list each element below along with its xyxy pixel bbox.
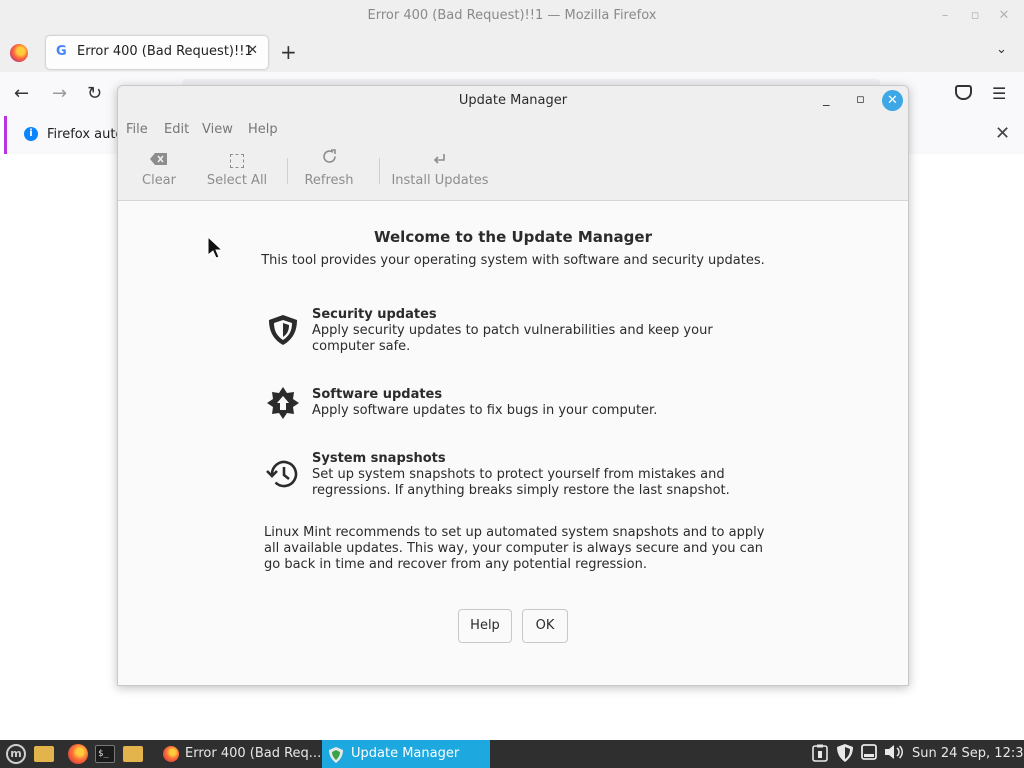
update-manager-window: Update Manager _ ▫ ✕ File Edit View Help… — [117, 85, 909, 686]
menu-help[interactable]: Help — [248, 122, 278, 137]
select-all-icon — [204, 144, 270, 168]
shield-task-icon — [329, 746, 343, 763]
ok-button[interactable]: OK — [522, 609, 568, 643]
toolbar-separator — [287, 158, 288, 184]
tab-title: Error 400 (Bad Request)!!1 — [77, 44, 253, 59]
task-label: Error 400 (Bad Req... — [185, 746, 322, 761]
refresh-label: Refresh — [304, 173, 354, 188]
welcome-subtitle: This tool provides your operating system… — [261, 253, 765, 268]
clear-label: Clear — [142, 173, 176, 188]
files-launcher-icon[interactable] — [123, 746, 143, 762]
network-tray-icon[interactable] — [861, 744, 877, 764]
notification-text: Firefox auto — [47, 127, 124, 142]
firefox-maximize-button[interactable]: ▫ — [963, 0, 987, 32]
task-update-manager[interactable]: Update Manager — [322, 740, 490, 768]
notification-close-icon[interactable]: ✕ — [995, 123, 1010, 144]
firefox-tab[interactable]: G Error 400 (Bad Request)!!1 ✕ — [46, 36, 268, 69]
pocket-icon[interactable] — [955, 85, 972, 100]
update-manager-titlebar[interactable]: Update Manager _ ▫ ✕ — [118, 86, 908, 116]
system-snapshots-title: System snapshots — [312, 451, 446, 466]
tab-list-chevron-icon[interactable]: ⌄ — [996, 42, 1007, 57]
menu-file[interactable]: File — [126, 122, 148, 137]
clipboard-tray-icon[interactable] — [812, 744, 828, 764]
firefox-task-icon — [163, 746, 179, 762]
hamburger-menu-icon[interactable]: ☰ — [992, 84, 1006, 104]
recommendation-text: Linux Mint recommends to set up automate… — [264, 525, 765, 572]
maximize-button[interactable]: ▫ — [856, 92, 865, 107]
taskbar: m $_ Error 400 (Bad Req... Update Manage… — [0, 740, 1024, 768]
close-button[interactable]: ✕ — [882, 90, 903, 111]
mint-menu-icon[interactable]: m — [6, 744, 26, 764]
google-favicon-icon: G — [56, 44, 67, 59]
info-icon: i — [24, 127, 38, 141]
clock[interactable]: Sun 24 Sep, 12:33 — [912, 740, 1024, 768]
refresh-icon — [302, 144, 356, 168]
refresh-button[interactable]: Refresh — [302, 144, 356, 201]
security-updates-title: Security updates — [312, 307, 437, 322]
firefox-minimize-button[interactable]: – — [933, 0, 957, 32]
show-desktop-folder-icon[interactable] — [34, 746, 54, 762]
task-firefox[interactable]: Error 400 (Bad Req... — [154, 740, 322, 768]
menu-bar: File Edit View Help — [118, 116, 908, 144]
clear-button[interactable]: Clear — [134, 144, 184, 201]
help-button[interactable]: Help — [458, 609, 512, 643]
firefox-window-title: Error 400 (Bad Request)!!1 — Mozilla Fir… — [367, 8, 657, 23]
new-tab-button[interactable]: + — [280, 40, 297, 64]
backspace-icon — [134, 144, 184, 168]
select-all-button[interactable]: Select All — [204, 144, 270, 201]
software-updates-title: Software updates — [312, 387, 443, 402]
install-updates-label: Install Updates — [391, 173, 489, 188]
firefox-close-button[interactable]: ✕ — [992, 0, 1016, 32]
welcome-heading: Welcome to the Update Manager — [374, 228, 652, 246]
task-label: Update Manager — [351, 746, 460, 761]
software-updates-desc: Apply software updates to fix bugs in yo… — [312, 403, 658, 418]
minimize-button[interactable]: _ — [823, 92, 830, 107]
install-updates-button[interactable]: Install Updates — [390, 144, 490, 201]
firefox-launcher-icon[interactable] — [68, 744, 88, 764]
system-snapshots-desc: Set up system snapshots to protect yours… — [312, 467, 730, 498]
shield-icon — [266, 313, 300, 347]
welcome-page: Welcome to the Update Manager This tool … — [118, 201, 908, 685]
history-icon — [266, 457, 300, 491]
window-title: Update Manager — [458, 93, 568, 108]
forward-arrow-icon[interactable]: → — [52, 84, 67, 104]
menu-view[interactable]: View — [202, 122, 233, 137]
menu-edit[interactable]: Edit — [164, 122, 189, 137]
reload-icon[interactable]: ↻ — [87, 84, 102, 104]
toolbar-separator — [379, 158, 380, 184]
security-updates-desc: Apply security updates to patch vulnerab… — [312, 323, 713, 354]
firefox-logo-icon[interactable] — [10, 44, 28, 62]
back-arrow-icon[interactable]: ← — [14, 84, 29, 104]
tab-close-icon[interactable]: ✕ — [247, 43, 258, 58]
terminal-launcher-icon[interactable]: $_ — [95, 745, 115, 763]
select-all-label: Select All — [206, 173, 268, 188]
mouse-cursor-icon — [207, 235, 225, 260]
toolbar: Clear Select All Refresh Install Updates — [118, 144, 908, 201]
volume-tray-icon[interactable] — [884, 744, 904, 764]
firefox-tab-bar: G Error 400 (Bad Request)!!1 ✕ — [0, 32, 1024, 72]
software-updates-badge-icon — [266, 386, 300, 420]
firefox-titlebar: Error 400 (Bad Request)!!1 — Mozilla Fir… — [0, 0, 1024, 32]
return-arrow-icon — [390, 144, 490, 168]
update-shield-tray-icon[interactable] — [836, 744, 854, 764]
